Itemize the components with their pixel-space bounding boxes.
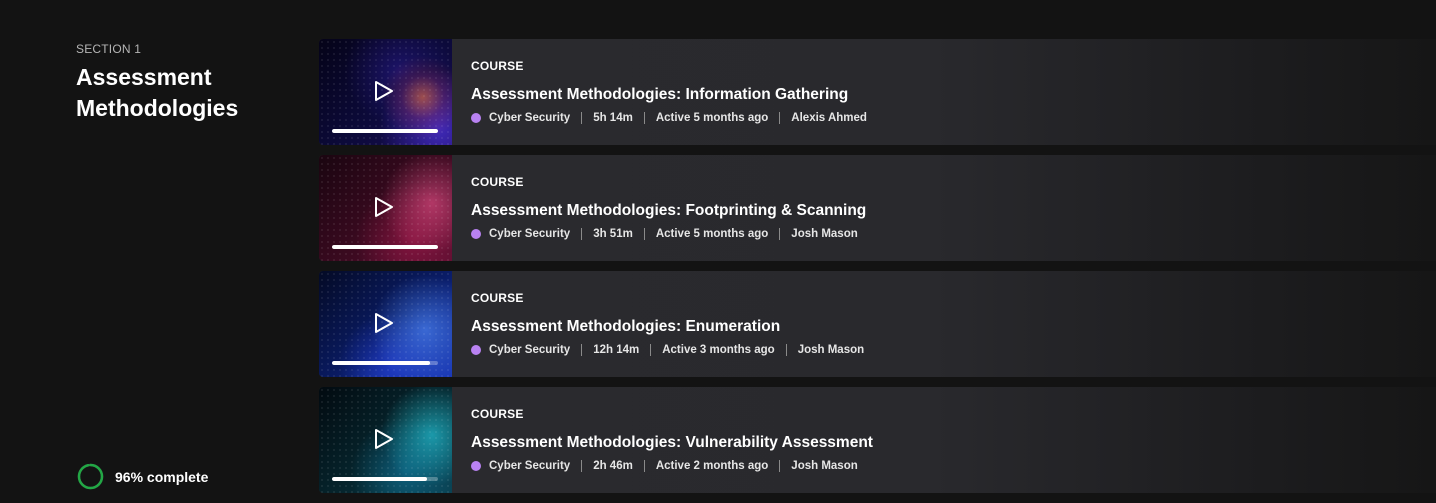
course-activity: Active 3 months ago — [662, 344, 775, 356]
section-label: SECTION 1 — [76, 42, 142, 56]
course-title[interactable]: Assessment Methodologies: Information Ga… — [471, 86, 867, 104]
course-meta: Cyber Security 2h 46m Active 2 months ag… — [471, 459, 873, 473]
course-topic: Cyber Security — [489, 228, 571, 240]
course-card[interactable]: COURSE Assessment Methodologies: Footpri… — [319, 155, 1436, 261]
course-meta: Cyber Security 3h 51m Active 5 months ag… — [471, 227, 866, 241]
course-duration: 12h 14m — [593, 344, 640, 356]
course-info: COURSE Assessment Methodologies: Footpri… — [452, 155, 866, 261]
divider — [785, 344, 787, 356]
course-progress-bar — [332, 361, 438, 365]
course-thumbnail[interactable] — [319, 271, 452, 377]
play-icon[interactable] — [374, 196, 394, 218]
course-info: COURSE Assessment Methodologies: Vulnera… — [452, 387, 873, 493]
topic-dot-icon — [471, 461, 481, 471]
course-info: COURSE Assessment Methodologies: Enumera… — [452, 271, 864, 377]
course-thumbnail[interactable] — [319, 39, 452, 145]
divider — [581, 112, 583, 124]
divider — [643, 460, 645, 472]
section-title: Assessment Methodologies — [76, 64, 239, 121]
course-progress-bar — [332, 477, 438, 481]
course-thumbnail[interactable] — [319, 155, 452, 261]
divider — [581, 460, 583, 472]
topic-dot-icon — [471, 113, 481, 123]
course-duration: 3h 51m — [593, 228, 633, 240]
course-thumbnail[interactable] — [319, 387, 452, 493]
course-activity: Active 5 months ago — [655, 112, 769, 124]
divider — [779, 112, 781, 124]
topic-dot-icon — [471, 229, 481, 239]
course-card[interactable]: COURSE Assessment Methodologies: Informa… — [319, 39, 1436, 145]
play-icon[interactable] — [374, 428, 394, 450]
topic-dot-icon — [471, 345, 481, 355]
course-author: Josh Mason — [791, 460, 858, 472]
course-meta: Cyber Security 5h 14m Active 5 months ag… — [471, 111, 867, 125]
course-activity: Active 2 months ago — [655, 460, 769, 472]
course-title[interactable]: Assessment Methodologies: Footprinting &… — [471, 202, 866, 220]
course-type: COURSE — [471, 175, 524, 189]
course-type: COURSE — [471, 59, 524, 73]
course-topic: Cyber Security — [489, 344, 571, 356]
course-topic: Cyber Security — [489, 112, 571, 124]
section-info: SECTION 1 Assessment Methodologies — [76, 42, 296, 124]
progress-ring-icon — [77, 463, 104, 490]
course-card[interactable]: COURSE Assessment Methodologies: Vulnera… — [319, 387, 1436, 493]
course-meta: Cyber Security 12h 14m Active 3 months a… — [471, 343, 864, 357]
course-author: Josh Mason — [791, 228, 858, 240]
course-progress-fill — [332, 245, 438, 249]
course-activity: Active 5 months ago — [655, 228, 769, 240]
course-card[interactable]: COURSE Assessment Methodologies: Enumera… — [319, 271, 1436, 377]
course-progress-bar — [332, 245, 438, 249]
divider — [643, 112, 645, 124]
course-type: COURSE — [471, 291, 524, 305]
play-icon[interactable] — [374, 80, 394, 102]
divider — [643, 228, 645, 240]
course-title[interactable]: Assessment Methodologies: Enumeration — [471, 318, 864, 336]
divider — [779, 460, 781, 472]
course-list: COURSE Assessment Methodologies: Informa… — [319, 39, 1436, 503]
divider — [581, 228, 583, 240]
course-duration: 5h 14m — [593, 112, 633, 124]
course-type: COURSE — [471, 407, 524, 421]
play-icon[interactable] — [374, 312, 394, 334]
course-progress-bar — [332, 129, 438, 133]
course-progress-fill — [332, 361, 430, 365]
course-progress-fill — [332, 129, 438, 133]
course-topic: Cyber Security — [489, 460, 571, 472]
divider — [581, 344, 583, 356]
divider — [650, 344, 652, 356]
course-author: Josh Mason — [797, 344, 865, 356]
course-info: COURSE Assessment Methodologies: Informa… — [452, 39, 867, 145]
section-progress: 96% complete — [77, 463, 208, 490]
course-title[interactable]: Assessment Methodologies: Vulnerability … — [471, 434, 873, 452]
course-progress-fill — [332, 477, 428, 481]
course-author: Alexis Ahmed — [791, 112, 867, 124]
progress-label: 96% complete — [115, 468, 209, 485]
divider — [779, 228, 781, 240]
course-duration: 2h 46m — [593, 460, 633, 472]
